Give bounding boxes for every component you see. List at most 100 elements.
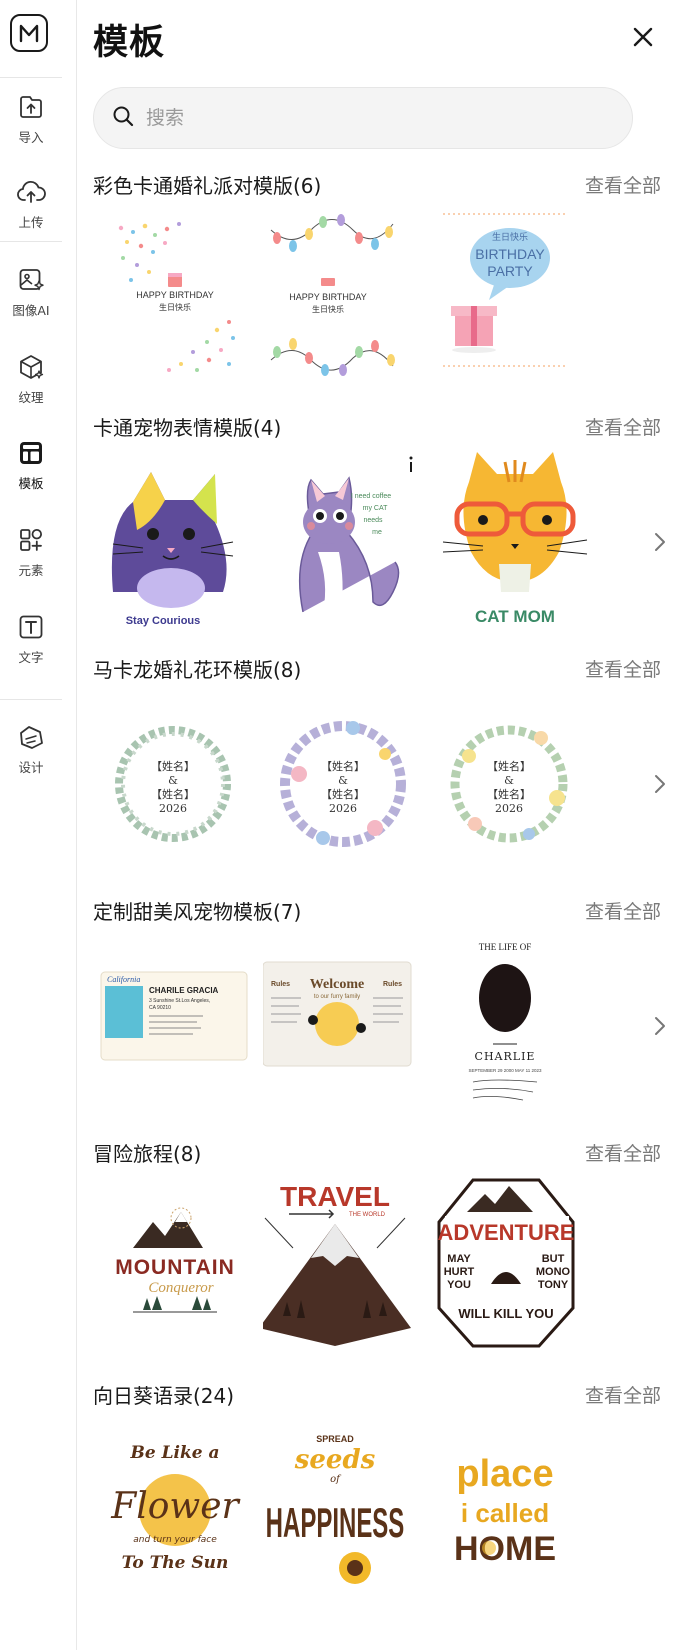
- template-thumbnails: MOUNTAIN Conqueror TRAVEL THE WORLD ADVE…: [93, 1178, 675, 1358]
- chevron-right-icon[interactable]: [645, 766, 675, 802]
- sidebar-divider: [0, 699, 62, 700]
- sidebar-item-elements[interactable]: 元素: [0, 525, 62, 579]
- thumb-text: MAY: [447, 1253, 471, 1265]
- sidebar-item-texture[interactable]: 纹理: [0, 352, 62, 406]
- thumb-text: Flower: [110, 1486, 240, 1527]
- template-card[interactable]: CAT MOM: [433, 452, 598, 632]
- template-card[interactable]: Be Like a Flower and turn your face To T…: [93, 1420, 258, 1600]
- template-thumbnails: HAPPY BIRTHDAY 生日快乐 HAPPY BIRTHDAY 生日快乐: [93, 210, 675, 390]
- thumb-text: &: [338, 774, 348, 787]
- template-card[interactable]: TRAVEL THE WORLD: [263, 1178, 428, 1358]
- thumb-text: THE WORLD: [349, 1212, 386, 1218]
- template-card[interactable]: I need coffee my CAT needs me: [263, 452, 428, 632]
- thumb-text: California: [107, 975, 140, 984]
- thumb-text: TONY: [538, 1279, 569, 1291]
- thumb-text: SPREAD: [316, 1434, 354, 1444]
- template-card[interactable]: HAPPY BIRTHDAY 生日快乐: [263, 210, 428, 390]
- template-icon: [16, 438, 46, 468]
- template-section: 马卡龙婚礼花环模版(8) 查看全部 【姓名】 & 【姓名】 2026 【姓名】 …: [93, 654, 675, 874]
- thumb-text: CHARILE GRACIA: [149, 986, 219, 995]
- section-title: 向日葵语录(24): [93, 1384, 235, 1408]
- view-all-link[interactable]: 查看全部: [585, 1381, 661, 1408]
- thumb-text: Rules: [271, 981, 290, 988]
- sidebar-item-label: 纹理: [18, 390, 44, 405]
- thumb-text: CHARLIE: [475, 1050, 536, 1063]
- template-card[interactable]: 【姓名】 & 【姓名】 2026: [433, 694, 598, 874]
- thumb-text: To The Sun: [122, 1553, 229, 1573]
- thumb-text: 【姓名】: [151, 787, 195, 801]
- template-thumbnails: 【姓名】 & 【姓名】 2026 【姓名】 & 【姓名】 2026 【姓名】 &: [93, 694, 675, 874]
- thumb-text: &: [504, 774, 514, 787]
- thumb-text: 2026: [495, 802, 523, 815]
- template-card[interactable]: THE LIFE OF CHARLIE SEPTEMBER 29 2000 MA…: [433, 936, 598, 1116]
- thumb-text: MOUNTAIN: [115, 1256, 235, 1279]
- template-card[interactable]: MOUNTAIN Conqueror: [93, 1178, 258, 1358]
- thumb-text: and turn your face: [133, 1535, 217, 1545]
- search-input[interactable]: [146, 107, 586, 129]
- template-card[interactable]: SPREAD seeds of HAPPINESS: [263, 1420, 428, 1600]
- thumb-text: HURT: [444, 1266, 475, 1278]
- template-card[interactable]: place i called HOME: [433, 1420, 598, 1600]
- thumb-text: i called: [461, 1498, 549, 1528]
- cloud-upload-icon: [16, 177, 46, 207]
- sidebar-item-import[interactable]: 导入: [0, 92, 62, 146]
- thumb-text: place: [456, 1453, 553, 1495]
- thumb-text: 3 Sunshine St.Los Angeles,: [149, 998, 210, 1004]
- thumb-text: HAPPINESS: [266, 1500, 405, 1547]
- thumb-text: Rules: [383, 981, 402, 988]
- thumb-text: 2026: [329, 802, 357, 815]
- thumb-text: 2026: [159, 802, 187, 815]
- sidebar-item-upload[interactable]: 上传: [0, 177, 62, 231]
- thumb-text: TRAVEL: [280, 1181, 390, 1212]
- thumb-text: I need coffee: [351, 493, 391, 500]
- thumb-text: CA 90210: [149, 1005, 171, 1011]
- image-ai-icon: [16, 265, 46, 295]
- sidebar-item-label: 设计: [18, 760, 44, 775]
- close-icon[interactable]: [628, 22, 658, 52]
- thumb-text: 生日快乐: [492, 231, 528, 243]
- template-card[interactable]: California CHARILE GRACIA 3 Sunshine St.…: [93, 936, 258, 1116]
- thumb-text: Welcome: [310, 977, 364, 992]
- template-card[interactable]: HAPPY BIRTHDAY 生日快乐: [93, 210, 258, 390]
- search-bar[interactable]: [93, 87, 633, 149]
- view-all-link[interactable]: 查看全部: [585, 413, 661, 440]
- template-card[interactable]: ADVENTURE MAY HURT YOU BUT MONO TONY WIL…: [433, 1178, 598, 1358]
- thumb-text: needs: [363, 517, 383, 524]
- template-thumbnails: California CHARILE GRACIA 3 Sunshine St.…: [93, 936, 675, 1116]
- view-all-link[interactable]: 查看全部: [585, 655, 661, 682]
- template-card[interactable]: Stay Courious: [93, 452, 258, 632]
- sidebar-item-text[interactable]: 文字: [0, 612, 62, 666]
- thumb-text: BUT: [542, 1253, 565, 1265]
- thumb-text: PARTY: [487, 263, 533, 279]
- sidebar-item-label: 上传: [18, 215, 44, 230]
- import-icon: [16, 92, 46, 122]
- view-all-link[interactable]: 查看全部: [585, 171, 661, 198]
- template-thumbnails: Be Like a Flower and turn your face To T…: [93, 1420, 675, 1600]
- template-card[interactable]: Welcome to our furry family Rules Rules: [263, 936, 428, 1116]
- thumb-text: 生日快乐: [159, 302, 191, 312]
- texture-icon: [16, 352, 46, 382]
- template-card[interactable]: 【姓名】 & 【姓名】 2026: [93, 694, 258, 874]
- chevron-right-icon[interactable]: [645, 1008, 675, 1044]
- sidebar-item-image-ai[interactable]: 图像AI: [0, 265, 62, 319]
- section-title: 马卡龙婚礼花环模版(8): [93, 658, 302, 682]
- thumb-text: me: [372, 529, 382, 536]
- template-card[interactable]: 生日快乐 BIRTHDAY PARTY: [433, 210, 598, 390]
- thumb-text: MONO: [536, 1266, 571, 1278]
- template-card[interactable]: 【姓名】 & 【姓名】 2026: [263, 694, 428, 874]
- thumb-text: 【姓名】: [487, 787, 531, 801]
- sidebar-item-template[interactable]: 模板: [0, 438, 62, 492]
- app-logo-icon[interactable]: [10, 14, 48, 52]
- thumb-text: of: [330, 1474, 342, 1485]
- sidebar-item-label: 文字: [18, 650, 44, 665]
- view-all-link[interactable]: 查看全部: [585, 897, 661, 924]
- chevron-right-icon[interactable]: [645, 524, 675, 560]
- sidebar-item-design[interactable]: 设计: [0, 722, 62, 776]
- section-title: 定制甜美风宠物模板(7): [93, 900, 302, 924]
- text-icon: [16, 612, 46, 642]
- thumb-text: to our furry family: [314, 994, 360, 1000]
- sidebar-item-label: 导入: [18, 130, 44, 145]
- view-all-link[interactable]: 查看全部: [585, 1139, 661, 1166]
- template-section: 彩色卡通婚礼派对模版(6) 查看全部 HAPPY BIRTHDAY 生日快乐 H…: [93, 170, 675, 390]
- sidebar-item-label: 图像AI: [12, 303, 50, 318]
